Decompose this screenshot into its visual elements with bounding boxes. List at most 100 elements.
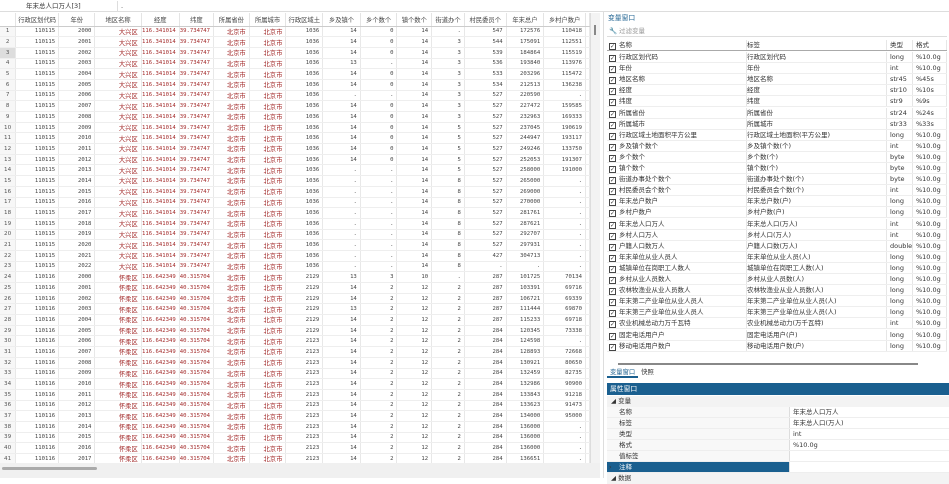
data-cell[interactable]: . [543,442,586,454]
data-cell[interactable]: 116.341014 [141,229,180,241]
group-data[interactable]: ◢ 数据 [607,473,949,484]
data-cell[interactable]: 95000 [543,410,586,422]
data-cell[interactable]: 172576 [506,26,545,38]
property-row[interactable]: 格式 %10.0g [607,440,949,451]
row-number[interactable]: 5 [0,68,17,80]
data-cell[interactable]: 40.315704 [179,453,215,463]
data-cell[interactable]: 北京市 [213,400,250,412]
data-cell[interactable]: 怀柔区 [94,421,142,433]
data-cell[interactable]: . [322,175,361,187]
data-cell[interactable]: 2 [431,314,465,326]
data-cell[interactable]: 191307 [543,154,586,166]
data-cell[interactable]: 北京市 [249,293,287,305]
data-cell[interactable]: 124598 [506,335,545,348]
data-cell[interactable]: 133750 [543,143,586,155]
data-cell[interactable]: 284 [464,453,507,463]
data-cell[interactable]: 110115 [15,164,60,177]
data-cell[interactable]: 2011 [58,143,96,155]
data-cell[interactable]: 大兴区 [94,26,142,38]
data-cell[interactable]: 527 [464,197,507,209]
data-cell[interactable]: 13 [322,58,361,70]
data-cell[interactable]: 1036 [285,154,324,166]
data-cell[interactable]: 258000 [506,164,545,177]
data-cell[interactable]: 534 [464,79,507,91]
vertical-scrollbar[interactable] [590,13,600,463]
data-cell[interactable]: 14 [322,346,361,358]
data-cell[interactable]: 大兴区 [94,90,142,102]
data-cell[interactable]: 3 [431,111,465,123]
row-number[interactable]: 1 [0,26,17,38]
data-cell[interactable]: 115233 [506,314,545,326]
data-cell[interactable]: 101725 [506,271,545,283]
data-cell[interactable]: 287 [464,271,507,283]
data-cell[interactable]: 北京市 [213,282,250,294]
data-cell[interactable]: 大兴区 [94,164,142,177]
checkbox-icon[interactable]: ✓ [609,332,616,340]
data-cell[interactable]: 191000 [543,164,586,177]
data-cell[interactable]: 2002 [58,293,96,305]
data-cell[interactable]: 1036 [285,261,324,273]
data-cell[interactable]: 169333 [543,111,586,123]
data-cell[interactable]: 2 [431,410,465,422]
data-cell[interactable]: 2 [431,400,465,412]
data-cell[interactable]: . [543,175,586,187]
data-cell[interactable]: 12 [396,442,433,454]
data-cell[interactable]: 292707 [506,229,545,241]
data-cell[interactable]: 69870 [543,303,586,316]
data-cell[interactable]: 北京市 [249,207,287,219]
data-cell[interactable]: . [543,186,586,198]
data-cell[interactable]: 2 [431,453,465,463]
data-cell[interactable]: 14 [322,293,361,305]
data-cell[interactable]: 110116 [15,357,60,369]
data-cell[interactable]: 北京市 [249,357,287,369]
data-cell[interactable]: 大兴区 [94,132,142,145]
property-value[interactable]: %10.0g [790,440,818,450]
data-cell[interactable]: . [322,218,361,230]
data-cell[interactable]: 大兴区 [94,122,142,134]
data-cell[interactable]: 8 [431,207,465,219]
data-cell[interactable]: 527 [464,122,507,134]
data-cell[interactable]: 北京市 [213,250,250,262]
variable-item[interactable]: ✓ 行政区域土地面积平方公里 行政区域土地面积(平方公里) long %10.0g [607,129,947,141]
data-cell[interactable]: 110115 [15,58,60,70]
data-cell[interactable]: 39.734747 [179,47,215,59]
data-cell[interactable]: 北京市 [249,186,287,198]
data-cell[interactable]: 2019 [58,229,96,241]
column-header[interactable]: 乡个数个 [360,13,398,27]
data-cell[interactable]: 115519 [543,47,586,59]
data-cell[interactable]: 533 [464,68,507,80]
data-cell[interactable]: 2129 [285,293,324,305]
data-cell[interactable]: 北京市 [249,271,287,283]
data-cell[interactable]: . [543,197,586,209]
variables-horizontal-scrollbar[interactable] [618,363,918,365]
data-cell[interactable]: 2016 [58,442,96,454]
data-cell[interactable]: 133843 [506,389,545,401]
data-cell[interactable]: 怀柔区 [94,400,142,412]
property-value[interactable]: 年末总人口万人 [790,407,839,417]
data-cell[interactable]: 北京市 [249,335,287,348]
property-value[interactable] [790,451,793,461]
data-cell[interactable]: 北京市 [213,58,250,70]
data-cell[interactable]: 北京市 [213,314,250,326]
data-cell[interactable]: 110116 [15,303,60,316]
checkbox-icon[interactable]: ✓ [609,132,616,140]
data-cell[interactable]: 110115 [15,68,60,80]
data-cell[interactable]: 2 [360,400,398,412]
data-cell[interactable]: 2123 [285,432,324,444]
data-cell[interactable]: 2020 [58,239,96,251]
data-cell[interactable]: 14 [396,197,433,209]
variable-item[interactable]: ✓ 镇个数个 镇个数(个) byte %10.0g [607,163,947,174]
data-cell[interactable]: 2123 [285,368,324,380]
row-number[interactable]: 22 [0,250,17,262]
column-header[interactable]: 乡村户数户 [543,13,586,27]
data-cell[interactable]: 110116 [15,432,60,444]
data-cell[interactable]: 73338 [543,325,586,337]
row-number[interactable]: 21 [0,239,17,251]
data-cell[interactable]: 14 [322,111,361,123]
variable-item[interactable]: ✓ 年末总户数户 年末总户数(户) long %10.0g [607,196,947,208]
data-cell[interactable]: 40.315704 [179,271,215,283]
data-cell[interactable]: 536 [464,58,507,70]
variable-item[interactable]: ✓ 城镇单位在岗职工人数人 城镇单位在岗职工人数(人) long %10.0g [607,262,947,274]
data-cell[interactable]: 110115 [15,36,60,48]
data-cell[interactable]: 12 [396,314,433,326]
